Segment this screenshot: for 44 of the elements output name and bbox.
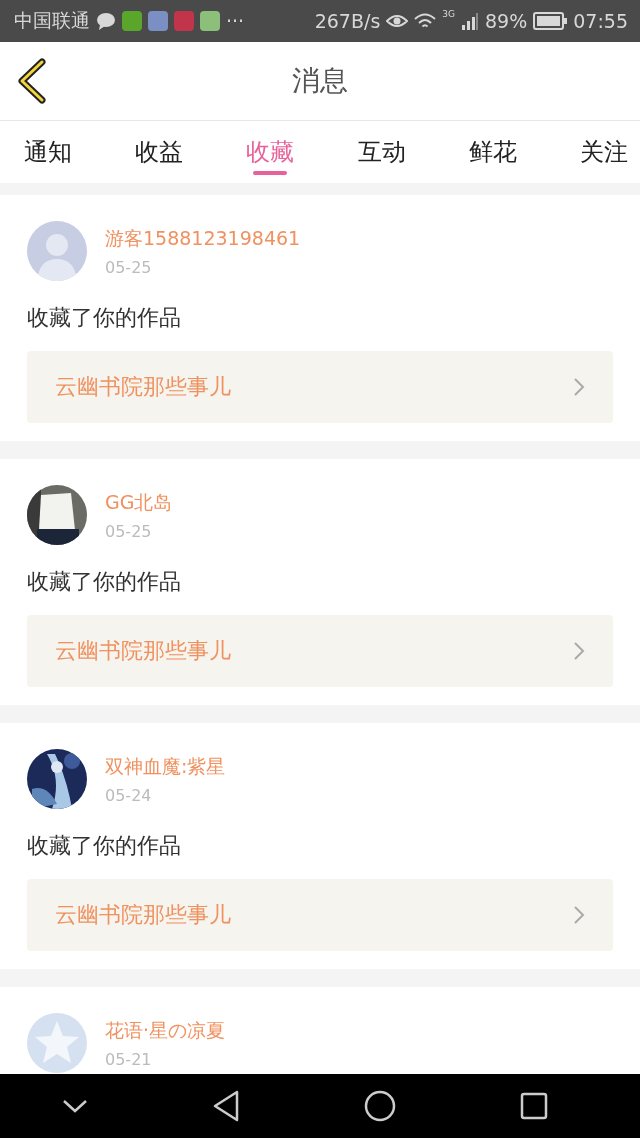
- back-nav-button[interactable]: [212, 1090, 240, 1122]
- chevron-right-icon: [573, 641, 585, 661]
- network-text: 3G: [442, 9, 455, 19]
- work-link[interactable]: 云幽书院那些事儿: [27, 615, 613, 687]
- work-link[interactable]: 云幽书院那些事儿: [27, 879, 613, 951]
- message-date: 05-21: [105, 1049, 153, 1069]
- user-name[interactable]: 游客1588123198461: [105, 225, 301, 252]
- time-text: 07:55: [573, 10, 628, 32]
- page-title: 消息: [292, 63, 348, 99]
- battery-icon: [533, 12, 568, 30]
- eye-icon: [386, 13, 409, 29]
- user-name[interactable]: GG北岛: [105, 489, 173, 516]
- message-date: 05-25: [105, 257, 153, 277]
- user-name[interactable]: 双神血魔:紫星: [105, 753, 226, 780]
- work-link[interactable]: 云幽书院那些事儿: [27, 351, 613, 423]
- tab[interactable]: 关注: [579, 121, 628, 183]
- chat-icon: [96, 12, 116, 30]
- app-icon: [174, 11, 194, 31]
- user-name[interactable]: 花语·星の凉夏: [105, 1017, 226, 1044]
- signal-icon: [461, 12, 479, 30]
- chevron-right-icon: [573, 905, 585, 925]
- tab[interactable]: 通知: [24, 121, 72, 183]
- speed-text: 267B/s: [314, 10, 381, 32]
- battery-text: 89%: [485, 10, 528, 32]
- chevron-right-icon: [573, 377, 585, 397]
- app-icon: [200, 11, 220, 31]
- message-text: 收藏了你的作品: [27, 568, 182, 596]
- home-button[interactable]: [364, 1090, 396, 1122]
- more-text: ···: [226, 10, 245, 32]
- carrier-text: 中国联通: [14, 8, 90, 33]
- recents-button[interactable]: [520, 1092, 548, 1120]
- tab[interactable]: 鲜花: [468, 121, 517, 183]
- avatar-icon: [27, 221, 87, 281]
- hide-nav-button[interactable]: [62, 1098, 88, 1114]
- tab[interactable]: 收藏: [246, 121, 295, 183]
- message-text: 收藏了你的作品: [27, 832, 182, 860]
- message-date: 05-25: [105, 521, 153, 541]
- app-icon: [148, 11, 168, 31]
- tab[interactable]: 互动: [357, 121, 406, 183]
- wifi-icon: [414, 12, 437, 30]
- tab[interactable]: 收益: [135, 121, 184, 183]
- message-date: 05-24: [105, 785, 153, 805]
- message-text: 收藏了你的作品: [27, 304, 182, 332]
- app-icon: [122, 11, 142, 31]
